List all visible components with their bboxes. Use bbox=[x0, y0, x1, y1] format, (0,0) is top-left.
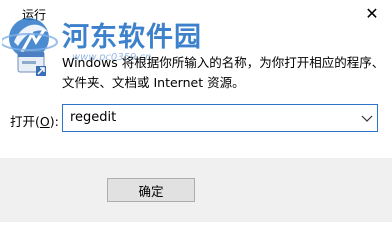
close-button[interactable]: ✕ bbox=[352, 0, 392, 26]
open-combobox[interactable]: regedit bbox=[62, 104, 378, 132]
open-label-suffix: ): bbox=[49, 114, 59, 129]
watermark-brand: 河东软件园 bbox=[62, 22, 202, 53]
ok-button[interactable]: 确定 bbox=[107, 178, 195, 202]
open-label-accesskey: O bbox=[39, 114, 50, 129]
description-line-2: 文件夹、文档或 Internet 资源。 bbox=[62, 75, 245, 90]
ok-button-label: 确定 bbox=[138, 183, 164, 199]
button-bar bbox=[0, 158, 392, 222]
run-dialog: 运行 ✕ 河东软件园 www.pc0359.cn Windows 将根据你所输入… bbox=[0, 0, 392, 222]
open-label: 打开(O): bbox=[10, 111, 59, 130]
chevron-down-icon[interactable] bbox=[361, 113, 373, 123]
description-line-1: Windows 将根据你所输入的名称，为你打开相应的程序、 bbox=[62, 55, 385, 70]
open-label-prefix: 打开( bbox=[10, 114, 40, 129]
run-icon bbox=[17, 51, 46, 76]
dialog-description: Windows 将根据你所输入的名称，为你打开相应的程序、 文件夹、文档或 In… bbox=[62, 53, 385, 93]
close-icon: ✕ bbox=[365, 3, 379, 23]
open-input[interactable]: regedit bbox=[70, 110, 116, 125]
